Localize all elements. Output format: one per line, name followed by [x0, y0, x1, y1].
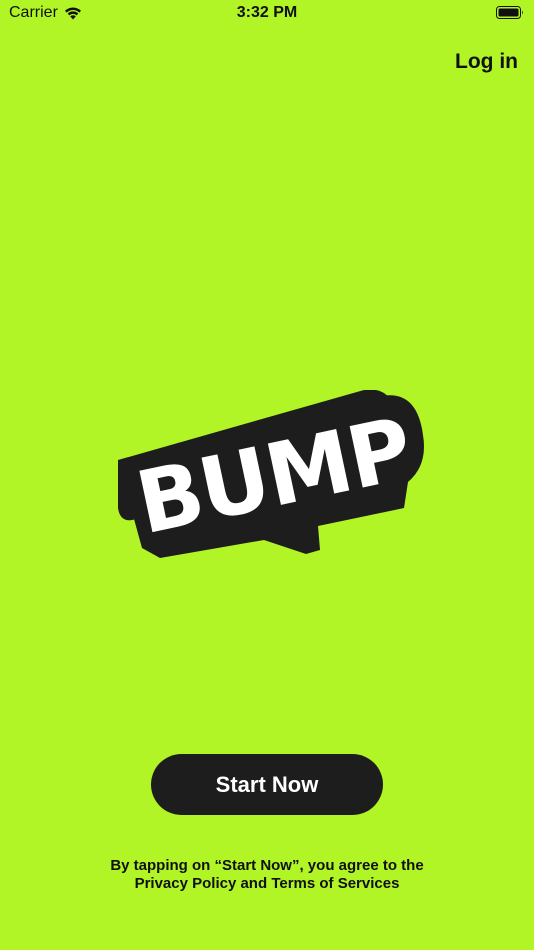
- status-time: 3:32 PM: [236, 4, 298, 21]
- status-bar: Carrier 3:32 PM: [0, 0, 534, 28]
- privacy-policy-link[interactable]: Privacy Policy: [135, 875, 237, 892]
- login-link[interactable]: Log in: [455, 50, 518, 74]
- bump-logo: BUMP: [118, 390, 424, 558]
- legal-line-2: Privacy Policy and Terms of Services: [0, 875, 534, 893]
- legal-line-1: By tapping on “Start Now”, you agree to …: [110, 857, 424, 874]
- start-now-button[interactable]: Start Now: [151, 754, 383, 815]
- battery-full-icon: [496, 6, 523, 19]
- terms-of-services-link[interactable]: Terms of Services: [271, 875, 399, 892]
- legal-notice: By tapping on “Start Now”, you agree to …: [0, 857, 534, 893]
- legal-and-text: and: [240, 875, 268, 892]
